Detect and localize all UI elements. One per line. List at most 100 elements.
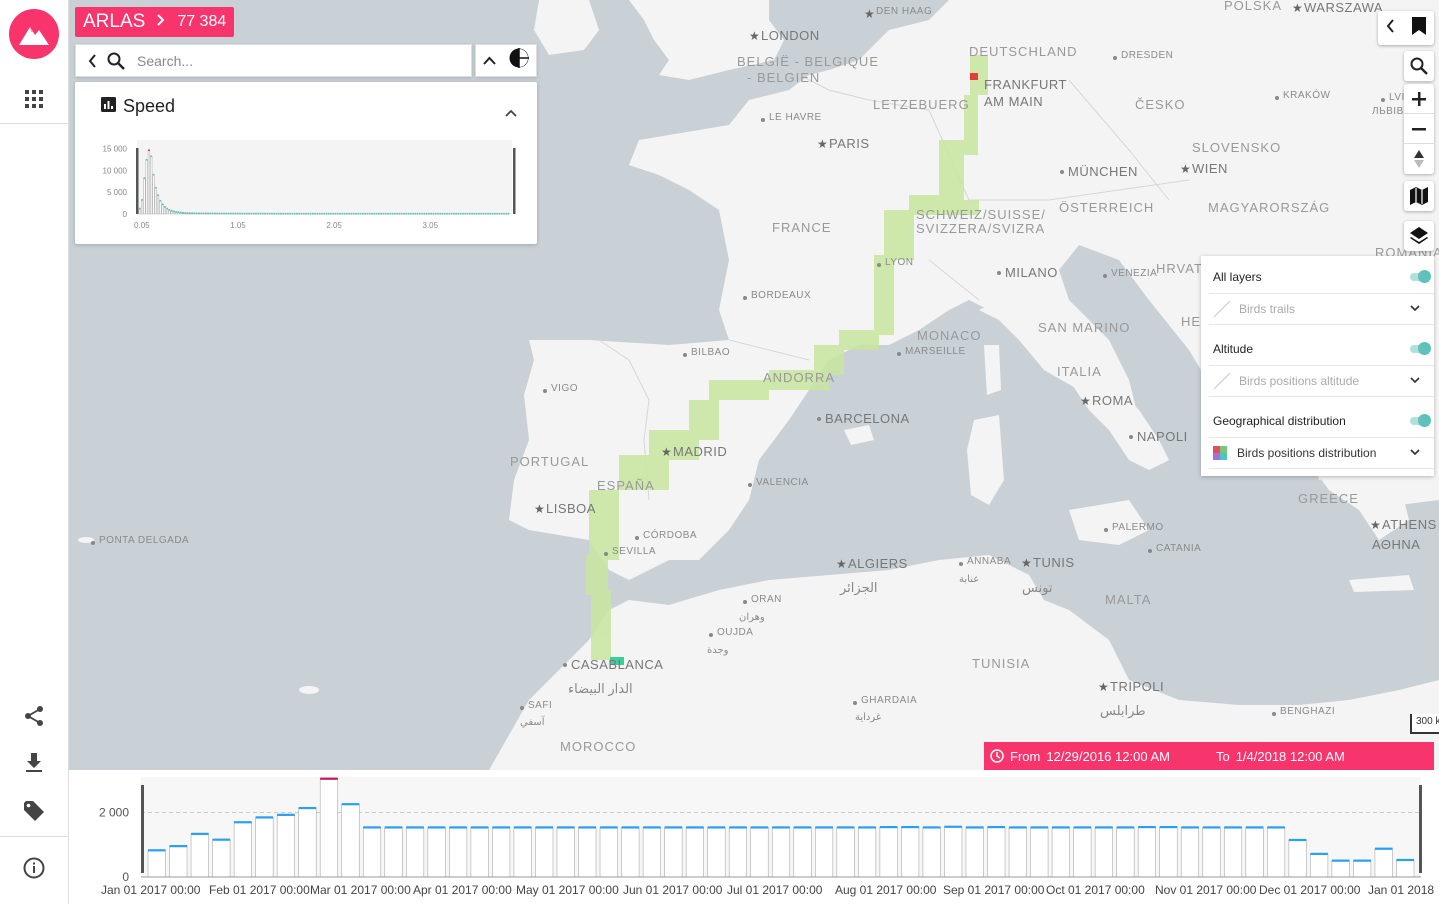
timeline-bar[interactable]: [599, 827, 618, 878]
timeline-bar[interactable]: [513, 827, 532, 878]
timeline-bar[interactable]: [664, 827, 683, 878]
timeline-bar[interactable]: [944, 826, 963, 878]
timeline-bar[interactable]: [276, 814, 295, 878]
timeline-bar[interactable]: [1116, 827, 1135, 878]
timeline-bar[interactable]: [1073, 827, 1092, 878]
pie-chart-icon[interactable]: [509, 48, 530, 73]
timeline-bar[interactable]: [535, 827, 554, 878]
search-icon[interactable]: [1404, 51, 1434, 81]
histogram-bar[interactable]: [152, 174, 155, 215]
timeline-bar[interactable]: [341, 803, 360, 878]
timeline-bar[interactable]: [1245, 827, 1264, 878]
timeline-bar[interactable]: [470, 827, 489, 878]
layer-item-birds-altitude[interactable]: Birds positions altitude: [1209, 365, 1434, 397]
layer-toggle[interactable]: [1410, 270, 1431, 283]
search-input[interactable]: [137, 52, 457, 69]
timeline-bar[interactable]: [1353, 860, 1372, 878]
histogram-bar[interactable]: [147, 150, 151, 215]
layer-item-birds-distribution[interactable]: Birds positions distribution: [1209, 437, 1434, 469]
chevron-left-icon[interactable]: [81, 50, 103, 72]
timeline-bar[interactable]: [298, 807, 317, 878]
timeline-bar[interactable]: [1030, 827, 1049, 878]
timeline-bar[interactable]: [1180, 827, 1200, 878]
timeline-bar[interactable]: [578, 827, 597, 878]
timeline-bar[interactable]: [901, 826, 920, 878]
timeline-bar[interactable]: [169, 845, 188, 878]
timeline-bar[interactable]: [147, 849, 166, 878]
timeline-bar[interactable]: [190, 833, 209, 878]
range-handle-right[interactable]: [513, 148, 516, 214]
timeline-bar[interactable]: [362, 827, 382, 878]
timeline-bar[interactable]: [707, 827, 726, 878]
layer-item-birds-trails[interactable]: Birds trails: [1209, 293, 1434, 325]
chevron-left-icon[interactable]: [1386, 18, 1395, 38]
timeline-bar[interactable]: [750, 827, 769, 878]
timeline-bar[interactable]: [793, 827, 812, 878]
timeline-bar[interactable]: [1137, 826, 1156, 878]
range-handle-right[interactable]: [1419, 785, 1422, 873]
timeline-bar[interactable]: [728, 827, 748, 878]
compass-icon[interactable]: [1404, 144, 1434, 174]
timeline[interactable]: 2 000 0 Jan 01 2017 00:00 Feb 01 2017 00:00…: [75, 771, 1439, 904]
histogram-bar[interactable]: [138, 208, 141, 215]
timeline-bar[interactable]: [621, 827, 640, 878]
timeline-bar[interactable]: [1288, 839, 1307, 878]
tag-icon[interactable]: [14, 791, 54, 831]
download-icon[interactable]: [14, 743, 54, 783]
timeline-bar[interactable]: [879, 826, 898, 878]
timeline-bar[interactable]: [858, 827, 877, 878]
timeline-bar[interactable]: [1202, 827, 1221, 878]
info-icon[interactable]: [14, 848, 54, 888]
layers-icon[interactable]: [1404, 221, 1434, 251]
timeline-bar[interactable]: [836, 827, 855, 878]
grid-icon[interactable]: [14, 79, 54, 119]
histogram-bar[interactable]: [145, 159, 148, 215]
histogram-bar[interactable]: [161, 204, 164, 215]
histogram-bar[interactable]: [143, 178, 146, 215]
histogram-bar[interactable]: [159, 200, 162, 215]
search-icon[interactable]: [105, 50, 127, 72]
minus-icon[interactable]: [1404, 114, 1434, 144]
timeline-bar[interactable]: [1094, 827, 1113, 878]
chevron-down-icon[interactable]: [1410, 448, 1420, 459]
histogram-bar[interactable]: [141, 199, 144, 215]
timeline-bar[interactable]: [1396, 859, 1415, 878]
range-handle-left[interactable]: [136, 148, 139, 214]
histogram-bar[interactable]: [166, 208, 169, 215]
timeline-bar[interactable]: [1223, 827, 1243, 878]
timeline-bar[interactable]: [384, 827, 403, 878]
range-handle-left[interactable]: [141, 785, 144, 873]
timeline-bar[interactable]: [1310, 853, 1329, 878]
timeline-bar[interactable]: [814, 827, 834, 878]
map-icon[interactable]: [1404, 181, 1434, 211]
timeline-bar[interactable]: [212, 839, 231, 878]
timeline-bar[interactable]: [987, 826, 1006, 878]
timeline-bar[interactable]: [685, 827, 704, 878]
timeline-bar[interactable]: [492, 827, 511, 878]
layer-toggle[interactable]: [1410, 414, 1431, 427]
timeline-bar[interactable]: [255, 817, 274, 878]
chevron-up-icon[interactable]: [483, 52, 496, 70]
bookmark-toolbar[interactable]: [1378, 11, 1434, 45]
histogram-bar[interactable]: [154, 187, 157, 215]
mountain-icon[interactable]: [9, 9, 59, 59]
timeline-bar[interactable]: [1331, 860, 1350, 878]
timeline-bar[interactable]: [642, 827, 661, 878]
histogram-bar[interactable]: [163, 206, 166, 215]
timeline-bar[interactable]: [233, 821, 252, 878]
timeline-bar[interactable]: [556, 827, 575, 878]
bookmark-icon[interactable]: [1411, 16, 1426, 40]
chevron-down-icon[interactable]: [1410, 376, 1420, 387]
speed-histogram[interactable]: 15 000 10 000 5 000 0 0.05 1.05 2.05 3.05: [75, 82, 537, 244]
timeline-bar[interactable]: [449, 827, 468, 878]
timeline-bar[interactable]: [319, 778, 339, 878]
timeline-bar[interactable]: [1267, 827, 1286, 878]
breadcrumb[interactable]: ARLAS 77 384: [75, 7, 235, 37]
timeline-histogram[interactable]: 2 000 0Jan 01 2017 00:00 Feb 01 2017 00:00…: [75, 771, 1439, 904]
timeline-bar[interactable]: [771, 827, 791, 878]
timeline-bar[interactable]: [965, 827, 984, 878]
date-range[interactable]: From 12/29/2016 12:00 AM To 1/4/2018 12:…: [984, 742, 1434, 770]
chevron-down-icon[interactable]: [1410, 304, 1420, 315]
timeline-bar[interactable]: [1008, 827, 1027, 878]
timeline-bar[interactable]: [922, 827, 941, 878]
